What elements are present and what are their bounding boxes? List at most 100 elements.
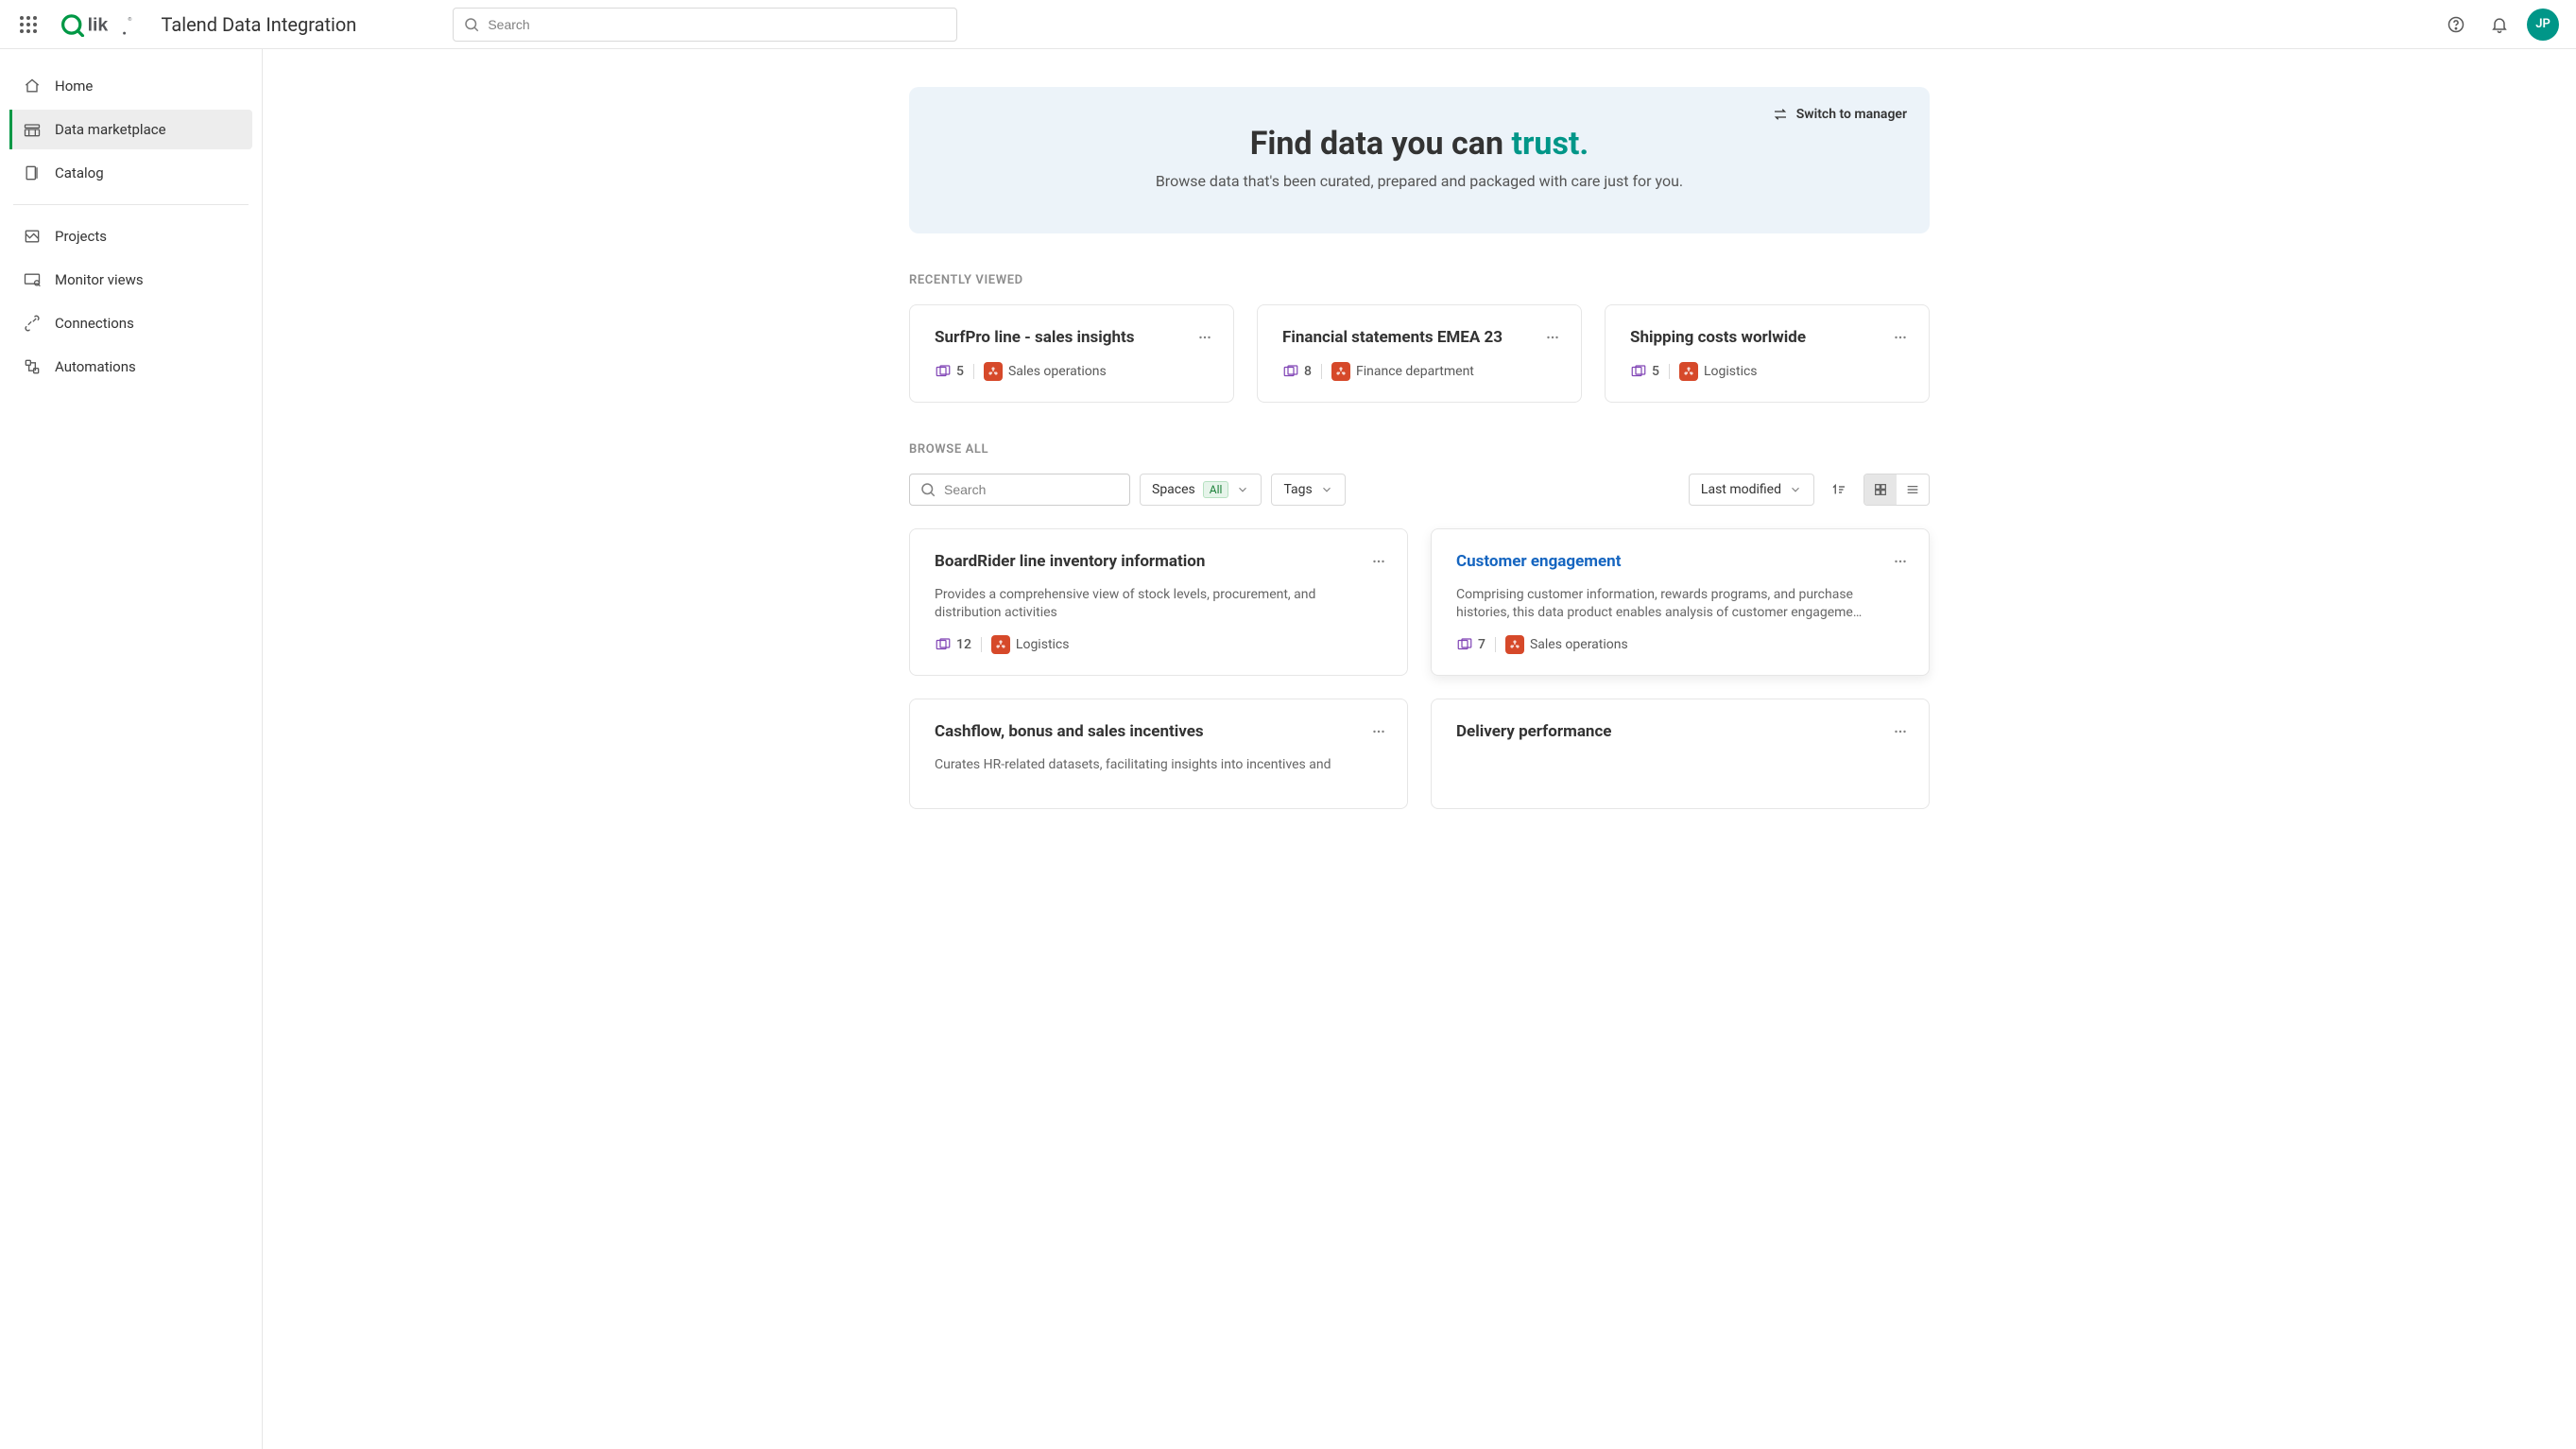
card-meta: 12 Logistics — [935, 635, 1382, 654]
section-heading: RECENTLY VIEWED — [909, 273, 1930, 287]
section-heading: BROWSE ALL — [909, 442, 1930, 457]
card-meta: 5 Logistics — [1630, 362, 1904, 381]
dataset-count: 5 — [1630, 363, 1659, 380]
space-label: Finance department — [1331, 362, 1474, 381]
browse-card[interactable]: Delivery performance — [1431, 699, 1930, 809]
sidebar-item-catalog[interactable]: Catalog — [9, 153, 252, 193]
global-search-box[interactable] — [453, 8, 957, 42]
sidebar: Home Data marketplace Catalog Projects — [0, 49, 263, 1449]
dataset-count: 8 — [1282, 363, 1312, 380]
qlik-logo[interactable]: lik ® — [60, 12, 141, 37]
card-title: Shipping costs worlwide — [1630, 328, 1904, 347]
card-title: Delivery performance — [1456, 722, 1904, 741]
filter-spaces-button[interactable]: Spaces All — [1140, 474, 1262, 506]
sidebar-item-monitor-views[interactable]: Monitor views — [9, 260, 252, 300]
card-meta: 5 Sales operations — [935, 362, 1209, 381]
hero-banner: Switch to manager Find data you can trus… — [909, 87, 1930, 233]
apps-grid-icon[interactable] — [17, 13, 40, 36]
sort-asc-icon — [1830, 481, 1847, 498]
more-horizontal-icon — [1892, 329, 1909, 346]
list-icon — [1905, 482, 1920, 497]
bell-icon — [2490, 15, 2509, 34]
chevron-down-icon — [1789, 483, 1802, 496]
space-label: Logistics — [1679, 362, 1758, 381]
card-more-button[interactable] — [1889, 550, 1912, 573]
browse-card[interactable]: Customer engagement Comprising customer i… — [1431, 528, 1930, 676]
search-icon — [463, 16, 480, 33]
browse-card[interactable]: BoardRider line inventory informationPro… — [909, 528, 1408, 676]
card-title: SurfPro line - sales insights — [935, 328, 1209, 347]
help-button[interactable] — [2440, 9, 2472, 41]
connections-icon — [23, 314, 42, 333]
space-icon — [1679, 362, 1698, 381]
monitor-icon — [23, 270, 42, 289]
card-title: Cashflow, bonus and sales incentives — [935, 722, 1382, 741]
browse-all-section: BROWSE ALL Spaces All Tags — [909, 442, 1930, 809]
search-icon — [919, 481, 936, 498]
card-more-button[interactable] — [1367, 550, 1390, 573]
switch-icon — [1772, 106, 1789, 123]
card-description: Comprising customer information, rewards… — [1456, 586, 1904, 622]
svg-text:®: ® — [129, 16, 132, 23]
dataset-icon — [1456, 636, 1473, 653]
marketplace-icon — [23, 120, 42, 139]
grid-view-button[interactable] — [1864, 474, 1897, 505]
sort-direction-button[interactable] — [1824, 474, 1854, 506]
filter-tags-button[interactable]: Tags — [1271, 474, 1345, 506]
card-more-button[interactable] — [1367, 720, 1390, 743]
sidebar-item-data-marketplace[interactable]: Data marketplace — [9, 110, 252, 149]
browse-search-input[interactable] — [944, 482, 1120, 497]
recently-viewed-card[interactable]: SurfPro line - sales insights 5 Sales oper… — [909, 304, 1234, 403]
space-label: Logistics — [991, 635, 1070, 654]
dataset-count: 5 — [935, 363, 964, 380]
sidebar-item-projects[interactable]: Projects — [9, 216, 252, 256]
space-icon — [991, 635, 1010, 654]
hero-title: Find data you can trust. — [937, 125, 1901, 163]
card-more-button[interactable] — [1194, 326, 1216, 349]
global-search — [453, 8, 957, 42]
hero-subtitle: Browse data that's been curated, prepare… — [937, 172, 1901, 190]
space-icon — [1505, 635, 1524, 654]
sidebar-item-label: Automations — [55, 358, 136, 375]
user-avatar[interactable]: JP — [2527, 9, 2559, 41]
sidebar-divider — [13, 204, 249, 205]
card-meta: 7Sales operations — [1456, 635, 1904, 654]
card-more-button[interactable] — [1889, 720, 1912, 743]
home-icon — [23, 77, 42, 95]
help-icon — [2447, 15, 2465, 34]
sidebar-item-automations[interactable]: Automations — [9, 347, 252, 387]
recently-viewed-section: RECENTLY VIEWED SurfPro line - sales ins… — [909, 273, 1930, 403]
dataset-icon — [1630, 363, 1647, 380]
list-view-button[interactable] — [1897, 474, 1929, 505]
sidebar-item-label: Monitor views — [55, 271, 144, 288]
sidebar-item-home[interactable]: Home — [9, 66, 252, 106]
switch-to-manager-button[interactable]: Switch to manager — [1772, 106, 1907, 123]
notifications-button[interactable] — [2483, 9, 2516, 41]
projects-icon — [23, 227, 42, 246]
sidebar-item-connections[interactable]: Connections — [9, 303, 252, 343]
card-more-button[interactable] — [1889, 326, 1912, 349]
dataset-count: 12 — [935, 636, 971, 653]
more-horizontal-icon — [1892, 723, 1909, 740]
space-label: Sales operations — [984, 362, 1107, 381]
global-search-input[interactable] — [488, 17, 947, 32]
card-meta: 8 Finance department — [1282, 362, 1556, 381]
browse-search-box[interactable] — [909, 474, 1130, 506]
chevron-down-icon — [1320, 483, 1333, 496]
dataset-count: 7 — [1456, 636, 1485, 653]
more-horizontal-icon — [1370, 553, 1387, 570]
sort-button[interactable]: Last modified — [1689, 474, 1814, 506]
sidebar-item-label: Data marketplace — [55, 121, 166, 138]
card-description: Curates HR-related datasets, facilitatin… — [935, 756, 1382, 774]
card-title: Customer engagement — [1456, 552, 1904, 571]
card-more-button[interactable] — [1541, 326, 1564, 349]
space-icon — [1331, 362, 1350, 381]
svg-text:lik: lik — [88, 14, 109, 35]
browse-card[interactable]: Cashflow, bonus and sales incentives Cura… — [909, 699, 1408, 809]
recently-viewed-card[interactable]: Financial statements EMEA 238Finance dep… — [1257, 304, 1582, 403]
sidebar-item-label: Catalog — [55, 164, 104, 181]
sidebar-item-label: Projects — [55, 228, 107, 245]
catalog-icon — [23, 164, 42, 182]
recently-viewed-card[interactable]: Shipping costs worlwide 5 Logistics — [1605, 304, 1930, 403]
more-horizontal-icon — [1196, 329, 1213, 346]
